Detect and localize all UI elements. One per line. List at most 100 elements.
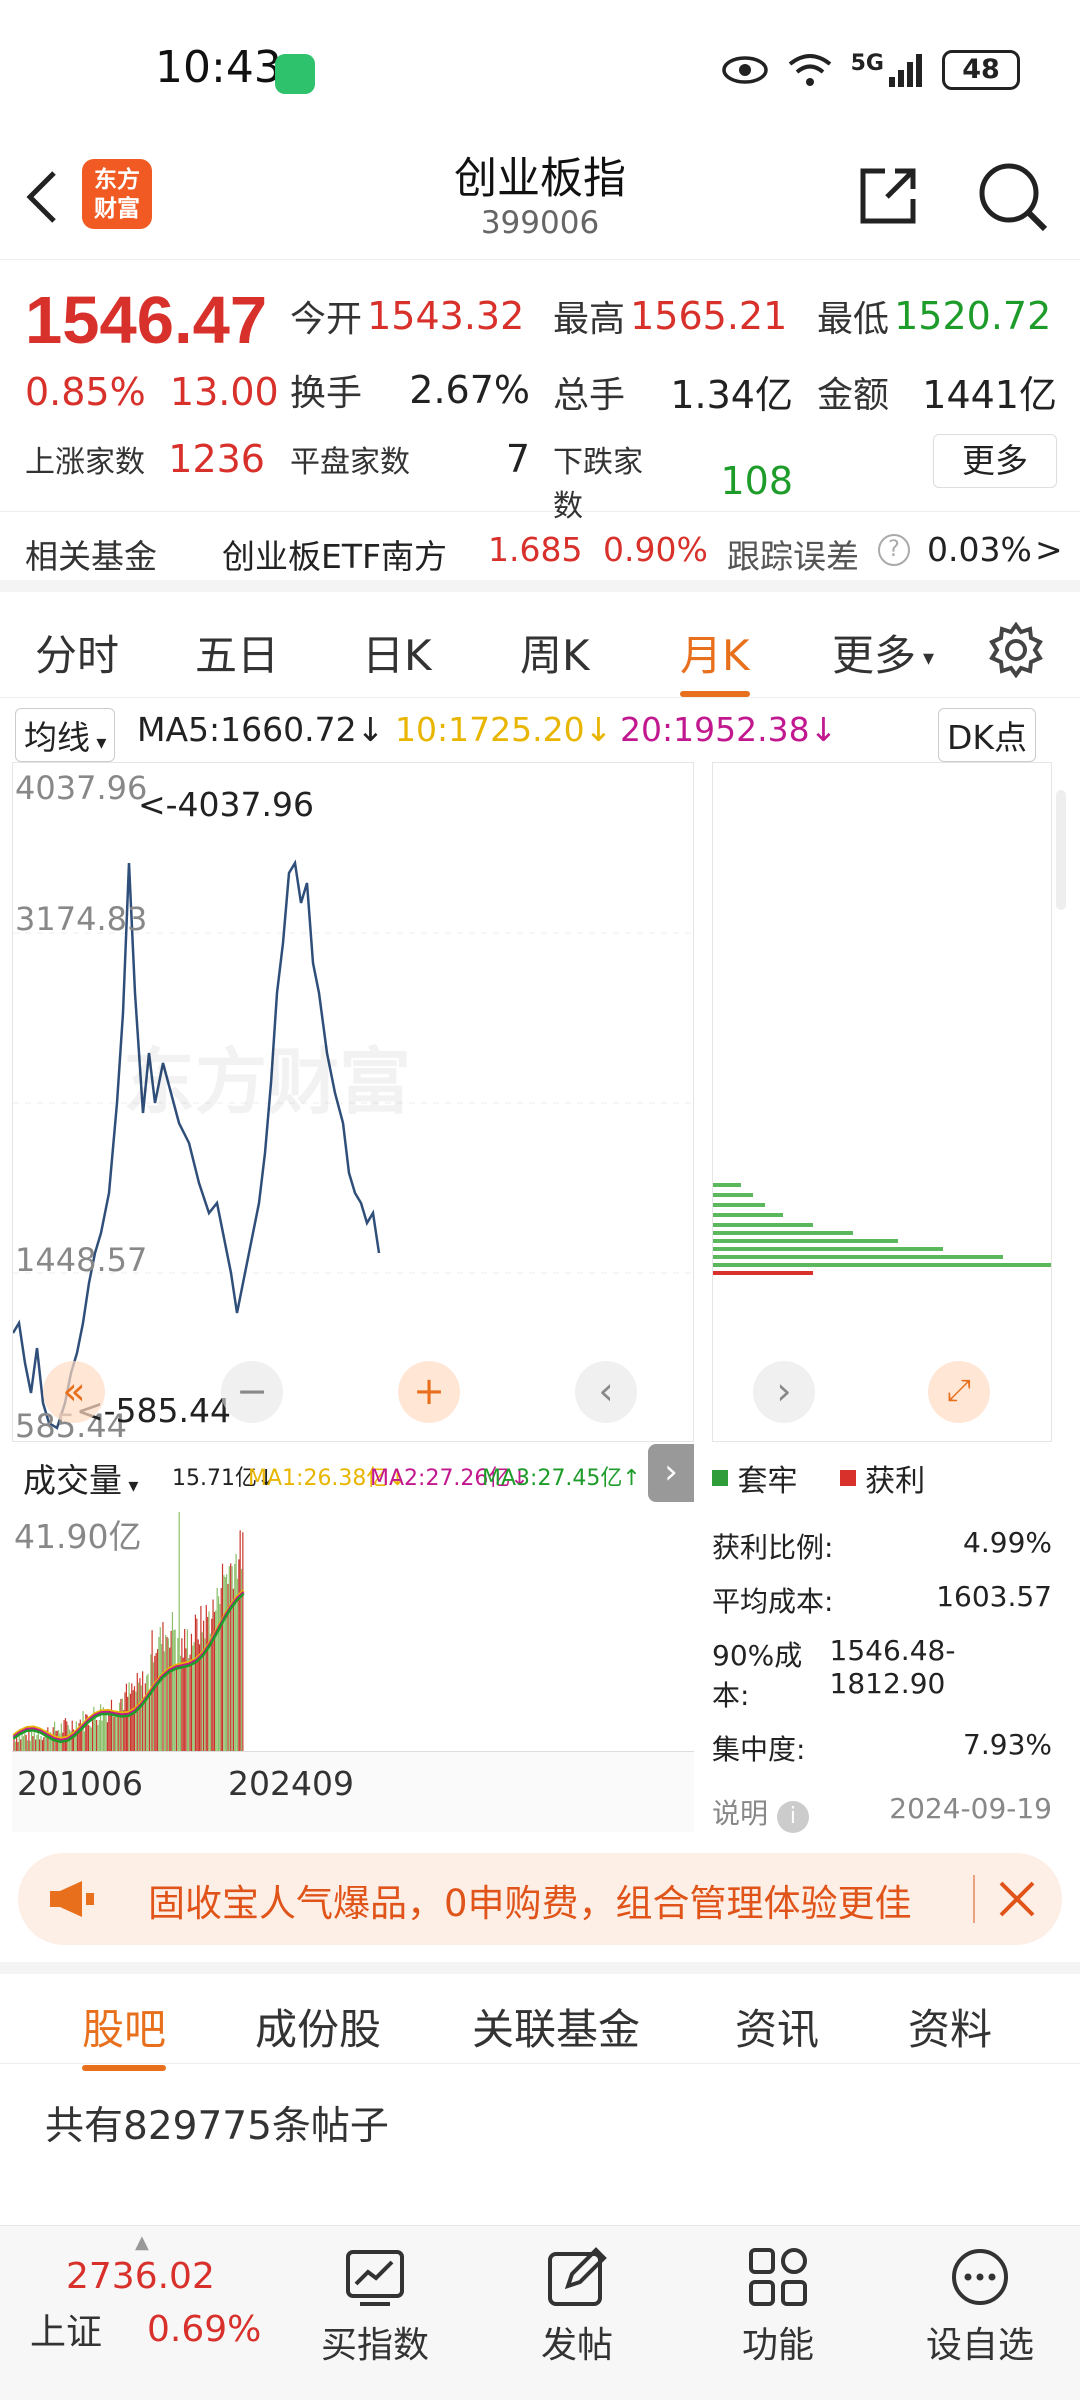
- ma-indicator-row: 均线 ▾ MA5:1660.72↓ 10:1725.20↓ 20:1952.38…: [0, 700, 1080, 762]
- dk-point-button[interactable]: DK点: [938, 708, 1037, 762]
- volume-bar: [221, 1563, 224, 1751]
- volume-bar: [114, 1715, 117, 1751]
- promo-text: 固收宝人气爆品，0申购费，组合管理体验更佳: [148, 1882, 912, 1925]
- related-fund-row[interactable]: 相关基金 创业板ETF南方 1.685 0.90% 跟踪误差 ? 0.03% >: [0, 512, 1080, 592]
- chevron-left-icon[interactable]: ‹: [575, 1361, 637, 1423]
- expand-icon[interactable]: ⤢: [928, 1361, 990, 1423]
- volume-bar: [144, 1683, 146, 1751]
- ma-selector[interactable]: 均线 ▾: [15, 708, 116, 762]
- info-icon: i: [776, 1801, 809, 1833]
- volume-bar: [22, 1736, 25, 1751]
- profit-ratio-label: 获利比例:: [712, 1531, 834, 1564]
- x-axis-end: 202409: [228, 1764, 354, 1803]
- tab-intraday[interactable]: 分时: [35, 622, 119, 683]
- zoom-out-icon[interactable]: −: [221, 1361, 283, 1423]
- profit-ratio: 4.99%: [963, 1526, 1052, 1559]
- volume-bar: [188, 1657, 190, 1751]
- shanghai-index[interactable]: ▲ 2736.02 上证 0.69%: [30, 2232, 290, 2355]
- search-icon[interactable]: [975, 159, 1051, 235]
- tab-weekly-k[interactable]: 周K: [520, 622, 590, 683]
- watermark: 东方财富: [123, 1040, 412, 1124]
- concentration: 7.93%: [963, 1728, 1052, 1761]
- low-label: 最低: [817, 299, 890, 340]
- cost-90: 1546.48-1812.90: [829, 1634, 956, 1700]
- volume-bar: [16, 1737, 18, 1751]
- fund-name[interactable]: 创业板ETF南方: [222, 530, 447, 578]
- add-watchlist-button[interactable]: 设自选: [910, 2246, 1050, 2368]
- volume-bar: [170, 1630, 172, 1751]
- volume-bar: [90, 1727, 92, 1751]
- volume-bar: [166, 1636, 168, 1751]
- change-value: 13.00: [169, 370, 279, 414]
- volume-bar: [101, 1720, 103, 1751]
- tab-daily-k[interactable]: 日K: [362, 622, 432, 683]
- tab-news[interactable]: 资讯: [735, 1996, 819, 2057]
- tab-related-funds[interactable]: 关联基金: [472, 1996, 640, 2057]
- post-button[interactable]: 发帖: [507, 2246, 647, 2368]
- volume-selector[interactable]: 成交量 ▾: [15, 1452, 146, 1504]
- volume-bar: [186, 1629, 188, 1751]
- x-axis-start: 201006: [17, 1764, 143, 1803]
- volume-bar: [116, 1712, 118, 1751]
- volume-bar: [169, 1647, 171, 1751]
- volume-bar: [194, 1614, 197, 1751]
- share-icon[interactable]: [855, 163, 921, 229]
- tab-constituents[interactable]: 成份股: [255, 1996, 381, 2057]
- volume-bar: [120, 1698, 122, 1751]
- volume-chart[interactable]: 41.90亿 201006 202409: [12, 1502, 694, 1832]
- volume-bar: [108, 1709, 110, 1751]
- volume-bar: [189, 1654, 191, 1751]
- volume-bar: [104, 1712, 106, 1751]
- volume-bar: [226, 1574, 228, 1751]
- volume-bar: [236, 1578, 239, 1751]
- change-pct: 0.85%: [25, 370, 146, 414]
- volume-bar: [51, 1739, 53, 1751]
- volume-bar: [18, 1735, 20, 1751]
- function-button[interactable]: 功能: [708, 2246, 848, 2368]
- volume-bar: [231, 1566, 233, 1751]
- volume-bar: [181, 1638, 183, 1751]
- rewind-icon[interactable]: «: [43, 1361, 105, 1423]
- close-icon[interactable]: [993, 1875, 1041, 1923]
- volume-bar: [79, 1719, 81, 1751]
- volume-bar: [41, 1740, 44, 1751]
- tab-more[interactable]: 更多 ▾: [832, 622, 934, 683]
- chip-distribution-panel[interactable]: › ⤢: [712, 762, 1052, 1442]
- zoom-in-icon[interactable]: +: [398, 1361, 460, 1423]
- volume-bar: [155, 1652, 157, 1751]
- chevron-right-icon[interactable]: ›: [648, 1444, 694, 1502]
- volume-bar: [83, 1731, 85, 1751]
- quote-panel: 1546.47 0.85% 13.00 今开 1543.32 最高 1565.2…: [0, 262, 1080, 524]
- tab-monthly-k[interactable]: 月K: [680, 622, 750, 697]
- volume-bar: [21, 1734, 23, 1751]
- tab-guba[interactable]: 股吧: [82, 1996, 167, 2071]
- volume-bar: [208, 1611, 210, 1751]
- volume-bar: [182, 1657, 184, 1751]
- network-type: 5G: [850, 50, 884, 76]
- volume-bar: [29, 1740, 31, 1751]
- tracking-error-label: 跟踪误差: [727, 537, 859, 576]
- volume-bar: [223, 1575, 225, 1751]
- volume-bar: [235, 1553, 237, 1751]
- more-button[interactable]: 更多: [933, 434, 1057, 488]
- help-icon[interactable]: ?: [878, 534, 910, 566]
- volume-bar: [132, 1690, 134, 1751]
- volume-bar: [200, 1605, 202, 1751]
- scrollbar[interactable]: [1056, 790, 1066, 910]
- tab-five-day[interactable]: 五日: [195, 622, 279, 683]
- post-count: 共有829775条帖子: [45, 2104, 389, 2149]
- monthly-k-chart[interactable]: 东方财富 4037.96 <-4037.96 3174.83 1448.57 5…: [11, 762, 695, 1445]
- settings-gear-icon[interactable]: [988, 622, 1044, 678]
- promo-banner[interactable]: 固收宝人气爆品，0申购费，组合管理体验更佳: [18, 1853, 1062, 1945]
- volume-bar: [63, 1720, 65, 1751]
- volume-bar: [82, 1711, 84, 1751]
- note-button[interactable]: 说明 i: [712, 1792, 809, 1833]
- volume-bar: [173, 1630, 175, 1751]
- chevron-right-icon[interactable]: ›: [753, 1361, 815, 1423]
- signal-icon: [889, 54, 922, 87]
- volume-bar: [156, 1649, 159, 1751]
- wechat-icon: [275, 54, 315, 94]
- buy-index-button[interactable]: 买指数: [305, 2246, 445, 2368]
- volume-bar: [178, 1511, 180, 1751]
- tab-profile[interactable]: 资料: [908, 1996, 992, 2057]
